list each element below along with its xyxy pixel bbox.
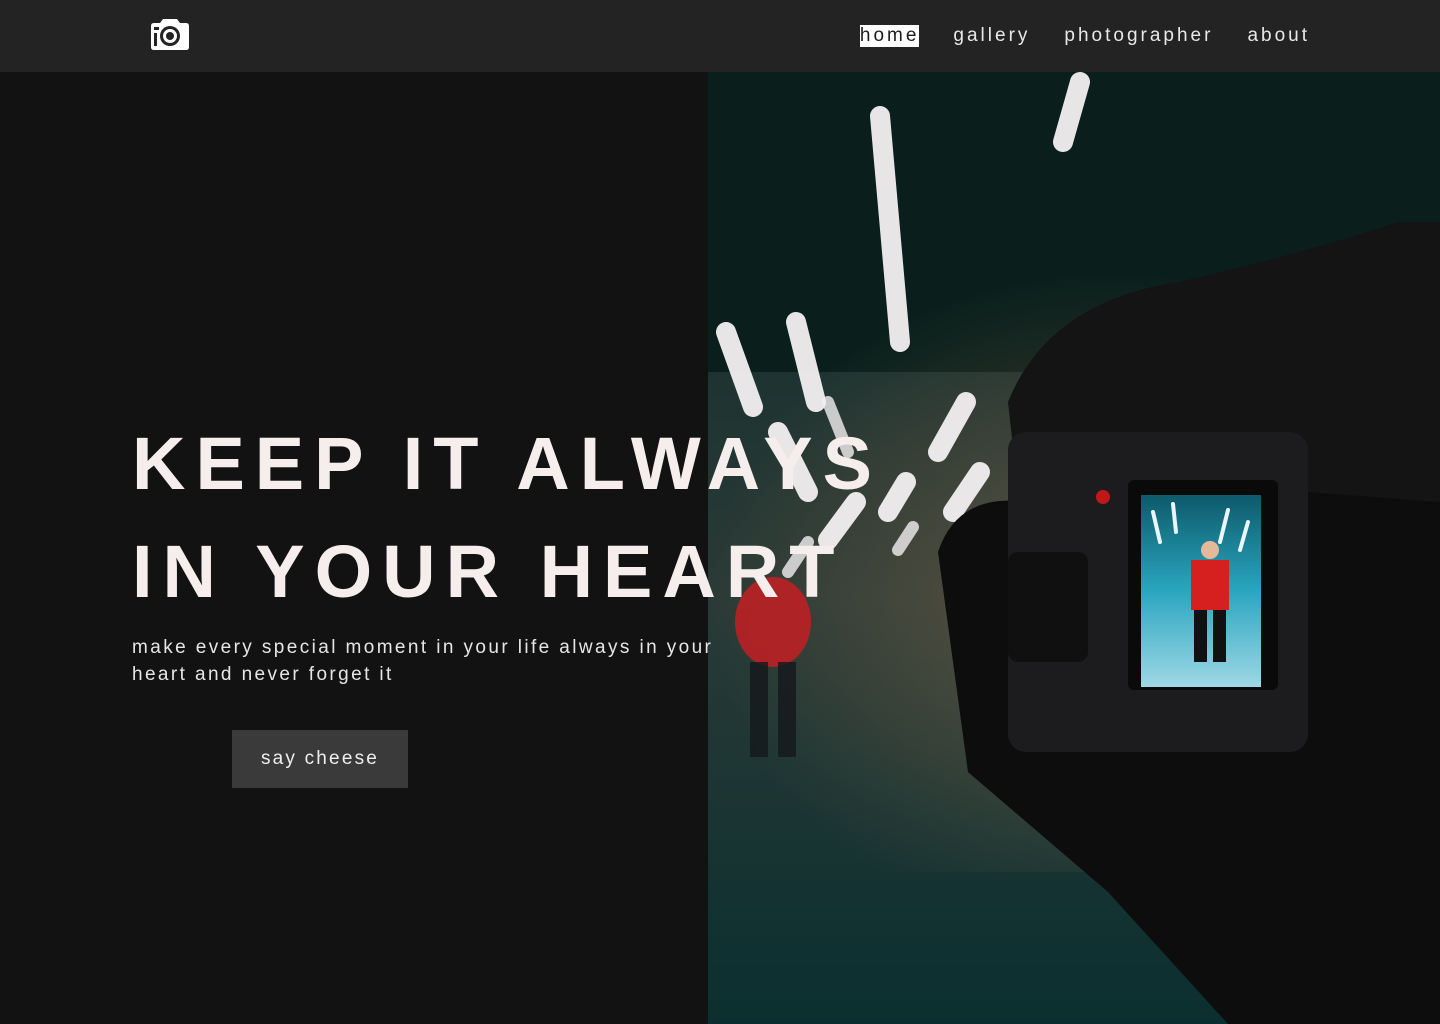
nav-link-gallery[interactable]: gallery [953,25,1030,47]
hero-title-line-2: IN YOUR HEART [132,530,845,613]
nav-link-about[interactable]: about [1247,25,1310,47]
camera-logo-icon[interactable] [148,16,192,52]
nav-link-home[interactable]: home [859,25,920,47]
say-cheese-button[interactable]: say cheese [232,730,408,788]
main-nav: home gallery photographer about [859,0,1310,72]
navbar: home gallery photographer about [0,0,1440,72]
hero-title: KEEP IT ALWAYS IN YOUR HEART [132,410,882,626]
hero-subtitle: make every special moment in your life a… [132,637,714,685]
hero-title-line-1: KEEP IT ALWAYS [132,422,882,505]
nav-link-photographer[interactable]: photographer [1064,25,1213,47]
